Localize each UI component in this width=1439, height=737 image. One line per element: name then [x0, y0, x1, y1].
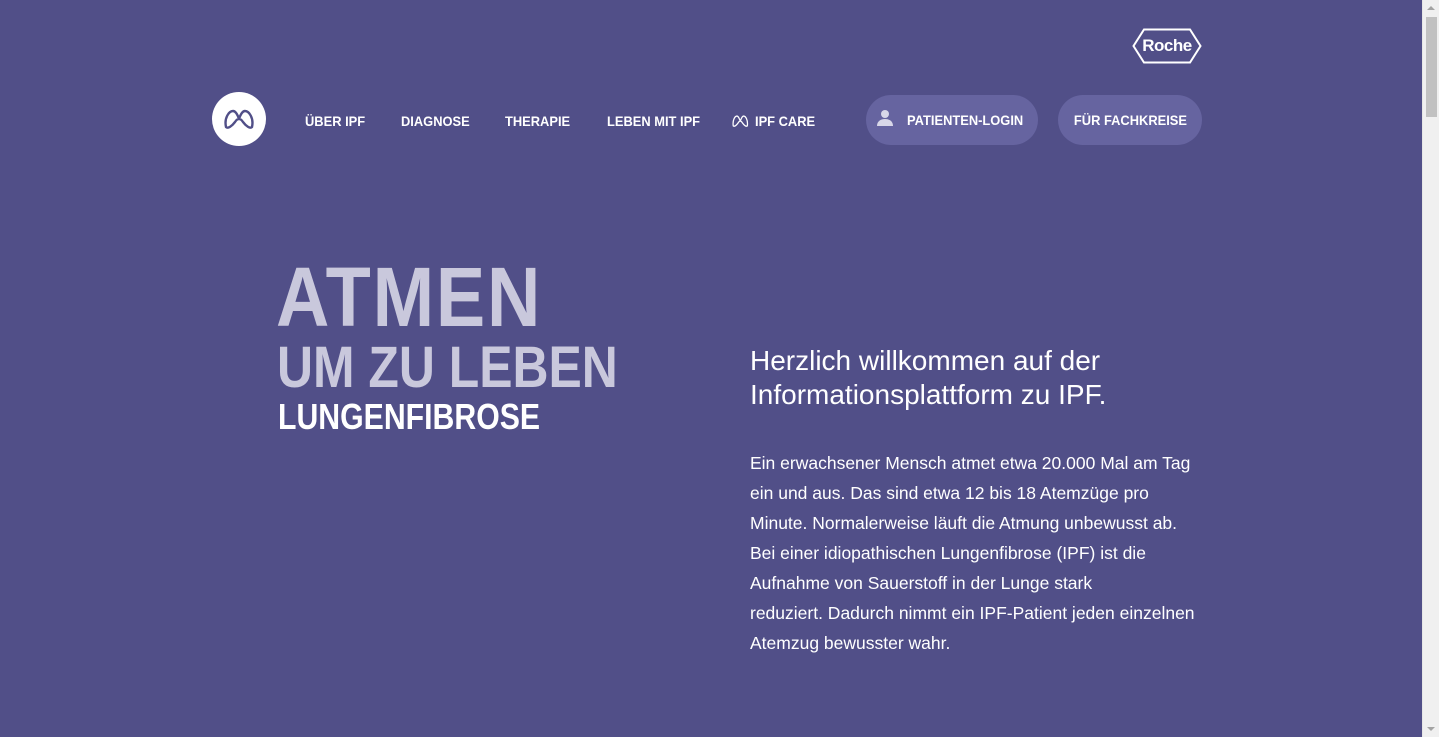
roche-logo[interactable]: Roche [1132, 28, 1202, 64]
site-logo[interactable] [212, 92, 266, 146]
page: Roche ÜBER IPF DIAGNOSE THERAPIE LEBEN M… [0, 0, 1422, 737]
intro-paragraph: Ein erwachsener Mensch atmet etwa 20.000… [750, 448, 1220, 658]
ipf-lungs-logo-icon [224, 109, 254, 129]
roche-logo-text: Roche [1142, 36, 1192, 55]
nav-item-leben-mit-ipf[interactable]: LEBEN MIT IPF [607, 113, 722, 129]
intro-line: Bei einer idiopathischen Lungenfibrose (… [750, 543, 1146, 563]
intro-line: Minute. Normalerweise läuft die Atmung u… [750, 513, 1178, 533]
intro-line: Ein erwachsener Mensch atmet etwa 20.000… [750, 453, 1191, 473]
patient-login-label: PATIENTEN-LOGIN [906, 112, 1024, 128]
ipf-care-icon [732, 115, 749, 127]
patient-login-button[interactable]: PATIENTEN-LOGIN [866, 95, 1038, 145]
nav-item-ueber-ipf[interactable]: ÜBER IPF [305, 113, 393, 129]
nav-item-label: LEBEN MIT IPF [607, 113, 701, 129]
vertical-scrollbar[interactable] [1422, 0, 1439, 737]
nav-item-label: DIAGNOSE [401, 113, 470, 129]
professionals-button[interactable]: FÜR FACHKREISE [1058, 95, 1202, 145]
hero-title-lungenfibrose: LUNGENFIBROSE [278, 396, 541, 437]
intro-line: Atemzug bewusster wahr. [750, 633, 951, 653]
hero-title-um-zu-leben: UM ZU LEBEN [277, 335, 618, 400]
professionals-label: FÜR FACHKREISE [1073, 112, 1187, 128]
welcome-heading: Herzlich willkommen auf der Informations… [750, 344, 1220, 412]
scroll-down-arrow-icon[interactable] [1427, 727, 1435, 731]
scrollbar-thumb[interactable] [1426, 17, 1437, 117]
nav-item-diagnose[interactable]: DIAGNOSE [401, 113, 497, 129]
user-icon [876, 110, 893, 126]
nav-item-therapie[interactable]: THERAPIE [505, 113, 599, 129]
nav-item-label: THERAPIE [505, 113, 571, 129]
main-navigation: ÜBER IPF DIAGNOSE THERAPIE LEBEN MIT IPF… [305, 108, 832, 134]
welcome-line-2: Informationsplattform zu IPF. [750, 379, 1107, 410]
nav-item-ipf-care[interactable]: IPF CARE [732, 113, 824, 129]
hero-title-atmen: ATMEN [276, 250, 543, 344]
intro-line: reduziert. Dadurch nimmt ein IPF-Patient… [750, 603, 1195, 623]
nav-item-label: ÜBER IPF [305, 113, 366, 129]
intro-line: Aufnahme von Sauerstoff in der Lunge sta… [750, 573, 1093, 593]
scroll-up-arrow-icon[interactable] [1427, 6, 1435, 10]
nav-item-label: IPF CARE [755, 113, 816, 129]
intro-line: ein und aus. Das sind etwa 12 bis 18 Ate… [750, 483, 1149, 503]
welcome-line-1: Herzlich willkommen auf der [750, 345, 1101, 376]
